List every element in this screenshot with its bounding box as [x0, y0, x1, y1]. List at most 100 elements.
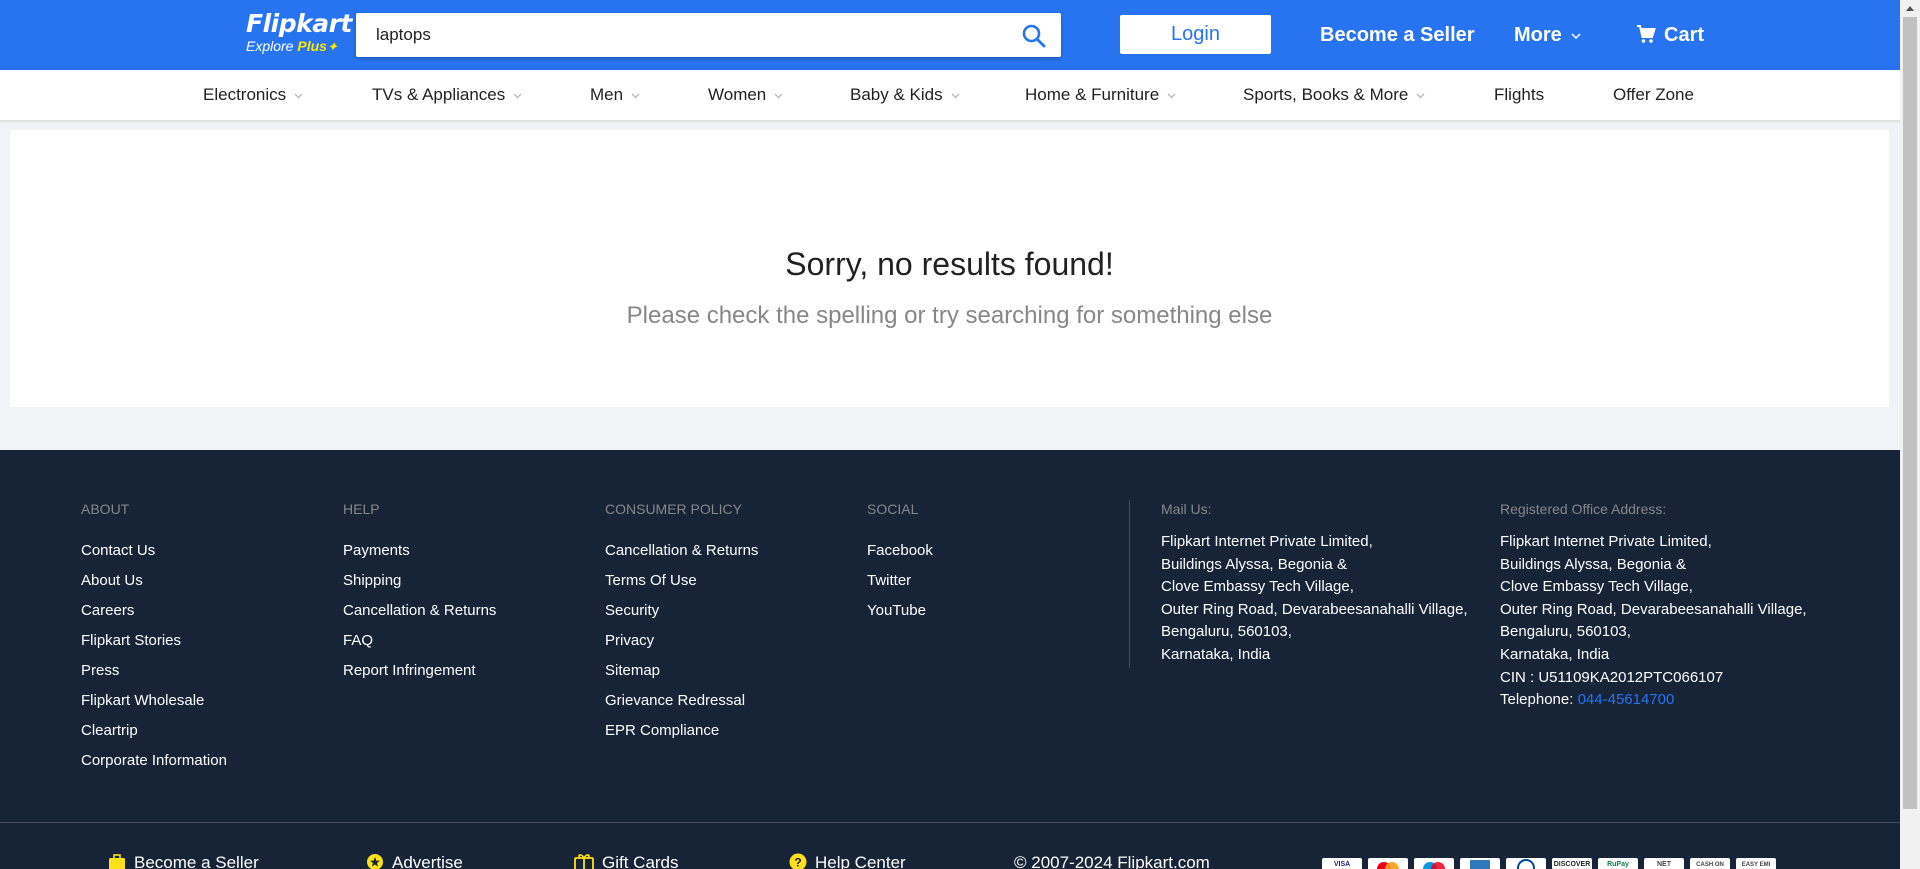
category-sports-books-more[interactable]: Sports, Books & More — [1243, 84, 1425, 106]
footer-link-cancellation-returns[interactable]: Cancellation & Returns — [343, 596, 496, 626]
category-label: Men — [590, 85, 624, 104]
scroll-up-arrow[interactable] — [1900, 0, 1920, 17]
chevron-down-icon — [951, 93, 960, 98]
footer-advertise[interactable]: Advertise — [366, 852, 463, 869]
help-icon: ? — [789, 853, 807, 869]
login-button[interactable]: Login — [1120, 15, 1271, 54]
chevron-down-icon — [774, 93, 783, 98]
logo-tagline-explore: Explore — [246, 38, 294, 54]
telephone-label: Telephone: — [1500, 691, 1578, 709]
more-dropdown[interactable]: More — [1514, 20, 1581, 50]
footer-link-payments[interactable]: Payments — [343, 536, 496, 566]
gift-icon — [574, 854, 594, 869]
logo-tagline: Explore Plus✦ — [246, 38, 346, 55]
category-offer-zone[interactable]: Offer Zone — [1613, 84, 1694, 106]
search-icon — [1022, 24, 1046, 48]
flipkart-logo[interactable]: Flipkart Explore Plus✦ — [246, 9, 352, 56]
office-address-line: Buildings Alyssa, Begonia & — [1500, 555, 1686, 573]
footer-link-report-infringement[interactable]: Report Infringement — [343, 656, 496, 686]
footer-link-youtube[interactable]: YouTube — [867, 596, 933, 626]
footer-link-contact-us[interactable]: Contact Us — [81, 536, 227, 566]
chevron-down-icon — [1416, 93, 1425, 98]
cart-link[interactable]: Cart — [1636, 20, 1704, 50]
no-results-subtitle: Please check the spelling or try searchi… — [626, 302, 1273, 329]
footer-gift-cards[interactable]: Gift Cards — [574, 852, 679, 869]
category-men[interactable]: Men — [590, 84, 640, 106]
mail-address-line: Bengaluru, 560103, — [1161, 623, 1292, 641]
footer-divider — [1129, 500, 1130, 668]
search-button[interactable] — [1021, 23, 1047, 49]
plus-star-icon: ✦ — [326, 39, 338, 54]
footer-mail-column: Mail Us: Flipkart Internet Private Limit… — [1161, 500, 1468, 667]
footer-heading: SOCIAL — [867, 501, 919, 517]
footer-link-sitemap[interactable]: Sitemap — [605, 656, 758, 686]
footer-link-grievance-redressal[interactable]: Grievance Redressal — [605, 686, 758, 716]
footer-social-column: SOCIAL Facebook Twitter YouTube — [867, 500, 933, 626]
footer-link-corporate-information[interactable]: Corporate Information — [81, 746, 227, 776]
footer-become-seller[interactable]: Become a Seller — [108, 852, 259, 869]
footer-link-flipkart-stories[interactable]: Flipkart Stories — [81, 626, 227, 656]
category-label: Baby & Kids — [850, 85, 943, 104]
mail-address-line: Outer Ring Road, Devarabeesanahalli Vill… — [1161, 600, 1468, 618]
office-telephone: Telephone: 044-45614700 — [1500, 689, 1807, 712]
office-address-heading: Registered Office Address: — [1500, 501, 1667, 517]
site-footer: ABOUT Contact Us About Us Careers Flipka… — [0, 450, 1900, 869]
chevron-down-icon — [513, 93, 522, 98]
visa-icon: VISA — [1322, 858, 1362, 869]
footer-link-shipping[interactable]: Shipping — [343, 566, 496, 596]
office-address-line: Bengaluru, 560103, — [1500, 623, 1631, 641]
footer-link-cleartrip[interactable]: Cleartrip — [81, 716, 227, 746]
category-label: Sports, Books & More — [1243, 85, 1409, 104]
netbanking-icon: NET — [1644, 858, 1684, 869]
footer-link-epr-compliance[interactable]: EPR Compliance — [605, 716, 758, 746]
category-baby-kids[interactable]: Baby & Kids — [850, 84, 960, 106]
more-label: More — [1514, 24, 1562, 46]
cash-on-delivery-icon: CASH ON — [1690, 858, 1730, 869]
rupay-icon: RuPay — [1598, 858, 1638, 869]
category-label: TVs & Appliances — [372, 85, 506, 104]
mail-us-heading: Mail Us: — [1161, 501, 1212, 517]
become-seller-link[interactable]: Become a Seller — [1320, 20, 1475, 50]
diners-icon — [1506, 858, 1546, 869]
star-icon — [367, 854, 383, 869]
footer-link-terms-of-use[interactable]: Terms Of Use — [605, 566, 758, 596]
scrollbar-thumb[interactable] — [1903, 17, 1917, 809]
mastercard-icon — [1368, 858, 1408, 869]
footer-link-twitter[interactable]: Twitter — [867, 566, 933, 596]
category-home-furniture[interactable]: Home & Furniture — [1025, 84, 1176, 106]
category-electronics[interactable]: Electronics — [203, 84, 303, 106]
footer-help-center-label: Help Center — [815, 853, 906, 869]
search-input[interactable] — [356, 13, 996, 57]
cart-label: Cart — [1664, 24, 1705, 46]
page-scrollbar[interactable] — [1900, 0, 1920, 869]
copyright-text: © 2007-2024 Flipkart.com — [1014, 853, 1210, 869]
footer-link-privacy[interactable]: Privacy — [605, 626, 758, 656]
search-results-panel: Sorry, no results found! Please check th… — [10, 130, 1889, 407]
category-flights[interactable]: Flights — [1494, 84, 1544, 106]
footer-help-center[interactable]: ? Help Center — [789, 852, 906, 869]
category-label: Home & Furniture — [1025, 85, 1160, 104]
footer-link-flipkart-wholesale[interactable]: Flipkart Wholesale — [81, 686, 227, 716]
telephone-link[interactable]: 044-45614700 — [1578, 691, 1675, 708]
footer-link-careers[interactable]: Careers — [81, 596, 227, 626]
footer-heading: CONSUMER POLICY — [605, 501, 742, 517]
mail-address-line: Clove Embassy Tech Village, — [1161, 578, 1354, 596]
footer-link-faq[interactable]: FAQ — [343, 626, 496, 656]
category-tvs-appliances[interactable]: TVs & Appliances — [372, 84, 522, 106]
footer-link-security[interactable]: Security — [605, 596, 758, 626]
footer-link-press[interactable]: Press — [81, 656, 227, 686]
category-women[interactable]: Women — [708, 84, 783, 106]
footer-gift-cards-label: Gift Cards — [602, 853, 679, 869]
no-results-title: Sorry, no results found! — [785, 246, 1114, 282]
footer-heading: HELP — [343, 501, 380, 517]
footer-link-facebook[interactable]: Facebook — [867, 536, 933, 566]
logo-tagline-plus: Plus — [297, 38, 327, 54]
logo-wordmark: Flipkart — [246, 9, 352, 38]
footer-link-policy-cancellation[interactable]: Cancellation & Returns — [605, 536, 758, 566]
office-address-line: Outer Ring Road, Devarabeesanahalli Vill… — [1500, 600, 1807, 618]
footer-link-about-us[interactable]: About Us — [81, 566, 227, 596]
footer-office-column: Registered Office Address: Flipkart Inte… — [1500, 500, 1807, 712]
mail-address-line: Karnataka, India — [1161, 645, 1271, 663]
chevron-down-icon — [631, 93, 640, 98]
chevron-down-icon — [1167, 93, 1176, 98]
